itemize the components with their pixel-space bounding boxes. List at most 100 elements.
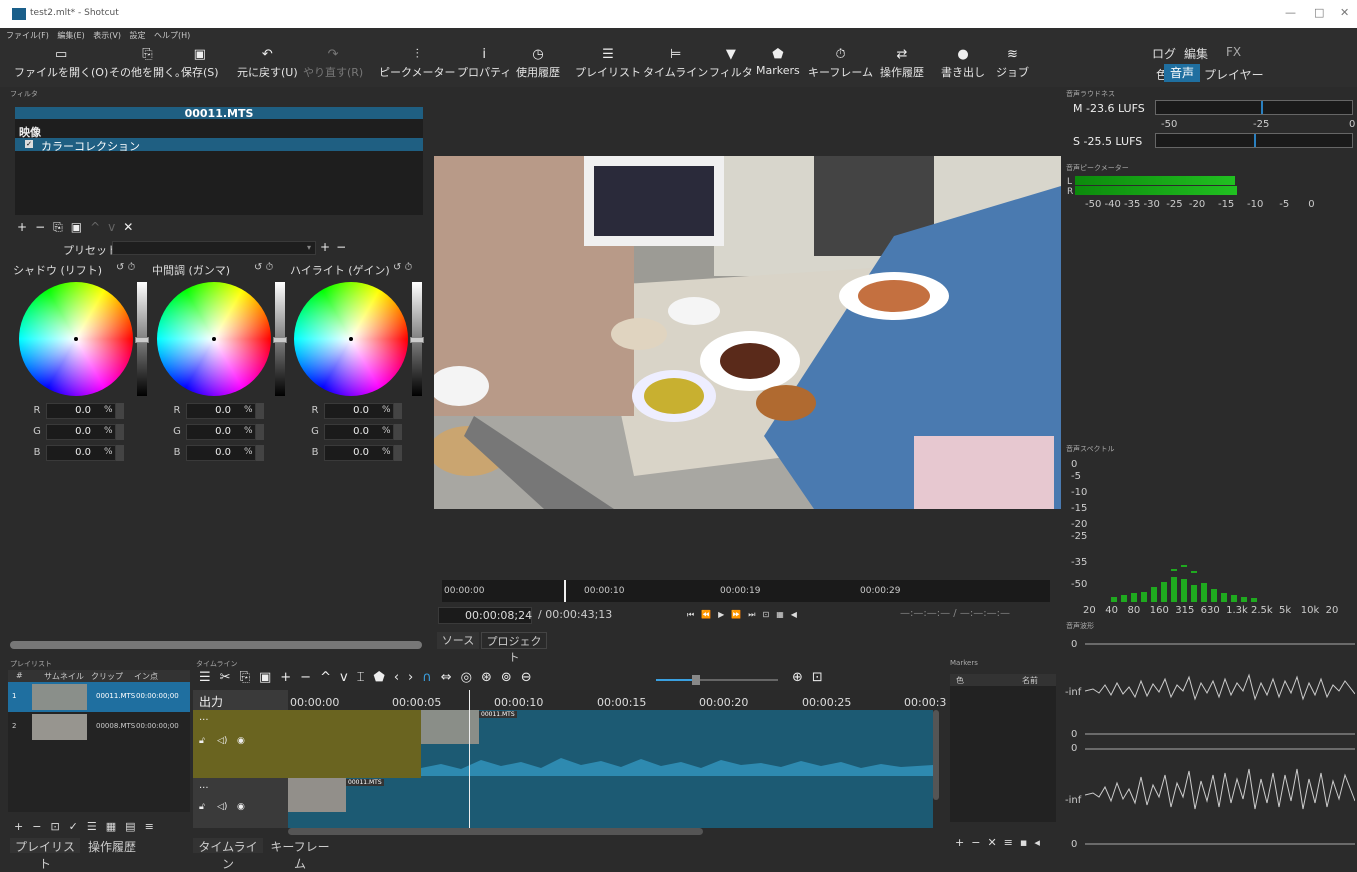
update-icon[interactable]: ⊡ xyxy=(50,820,68,833)
next-marker-icon[interactable]: › xyxy=(408,670,422,685)
spinner-icon[interactable] xyxy=(256,403,264,419)
tab-history[interactable]: 操作履歴 xyxy=(82,838,142,854)
skip-next-icon[interactable]: ⏭ xyxy=(748,610,762,619)
spinner-icon[interactable] xyxy=(394,403,402,419)
remove-marker-icon[interactable]: − xyxy=(971,836,987,849)
timeline-vertical-scrollbar[interactable] xyxy=(933,710,939,800)
tab-project[interactable]: プロジェクト xyxy=(481,632,547,664)
tab-keyframes[interactable]: キーフレーム xyxy=(265,838,335,871)
spinner-icon[interactable] xyxy=(256,445,264,461)
spinner-icon[interactable] xyxy=(394,424,402,440)
spinner-icon[interactable] xyxy=(256,424,264,440)
ripple-icon[interactable]: ◎ xyxy=(461,670,481,685)
marker-icon[interactable]: ⬟ xyxy=(374,670,394,685)
timeline-playhead[interactable] xyxy=(469,690,470,828)
highlight-value-slider[interactable] xyxy=(410,282,424,396)
eye-icon[interactable]: ◉ xyxy=(237,802,245,812)
checkbox-checked-icon[interactable]: ✓ xyxy=(25,140,33,148)
check-icon[interactable]: ✓ xyxy=(69,820,87,833)
timeline-ruler[interactable]: 00:00:00 00:00:05 00:00:10 00:00:15 00:0… xyxy=(288,690,946,710)
filter-horizontal-scrollbar[interactable] xyxy=(10,641,422,649)
append-icon[interactable]: + xyxy=(280,670,300,685)
zoom-slider[interactable] xyxy=(656,675,778,685)
copy-filter-icon[interactable]: ⎘ xyxy=(53,220,71,234)
peak-meter-button[interactable]: ⫶ ピークメーター xyxy=(379,46,456,80)
layout-audio-button[interactable]: 音声 xyxy=(1164,64,1200,82)
shadow-value-slider[interactable] xyxy=(135,282,149,396)
save-button[interactable]: ▣ 保存(S) xyxy=(181,46,219,80)
lift-icon[interactable]: ^ xyxy=(320,670,340,685)
zoom-icon[interactable]: ⊡ xyxy=(763,610,777,619)
mute-icon[interactable]: ◁) xyxy=(217,736,227,746)
layout-fx-button[interactable]: FX xyxy=(1226,45,1241,59)
menu-file[interactable]: ファイル(F) xyxy=(6,30,49,41)
keyframes-button[interactable]: ⏱ キーフレーム xyxy=(808,46,873,80)
snap-icon[interactable]: ∩ xyxy=(422,670,441,685)
ripple-delete-icon[interactable]: − xyxy=(300,670,320,685)
eye-icon[interactable]: ◉ xyxy=(237,736,245,746)
open-other-button[interactable]: ⎘ その他を開く。 xyxy=(109,46,186,80)
remove-icon[interactable]: − xyxy=(32,820,50,833)
highlight-color-wheel[interactable] xyxy=(294,282,408,396)
menu-help[interactable]: ヘルプ(H) xyxy=(154,30,190,41)
details-view-icon[interactable]: ☰ xyxy=(87,820,106,833)
menu-settings[interactable]: 設定 xyxy=(130,30,146,41)
overwrite-icon[interactable]: v xyxy=(340,670,357,685)
timeline-horizontal-scrollbar[interactable] xyxy=(288,828,703,835)
scrub-icon[interactable]: ⇔ xyxy=(441,670,461,685)
export-button[interactable]: ● 書き出し xyxy=(941,46,985,80)
player-playhead[interactable] xyxy=(564,580,566,602)
markers-menu-icon[interactable]: ≡ xyxy=(1004,836,1020,849)
shadow-color-wheel[interactable] xyxy=(19,282,133,396)
tab-timeline[interactable]: タイムライン xyxy=(193,838,263,871)
spinner-icon[interactable] xyxy=(116,403,124,419)
recent-button[interactable]: ◷ 使用履歴 xyxy=(516,46,560,80)
highlight-reset-icon[interactable]: ↺ ⏱ xyxy=(393,262,412,273)
menu-edit[interactable]: 編集(E) xyxy=(57,30,84,41)
paste-icon[interactable]: ▣ xyxy=(259,670,280,685)
midtone-value-slider[interactable] xyxy=(273,282,287,396)
add-preset-icon[interactable]: + xyxy=(320,240,336,254)
jobs-button[interactable]: ≋ ジョブ xyxy=(996,46,1029,80)
ripple-all-icon[interactable]: ⊛ xyxy=(481,670,501,685)
remove-filter-icon[interactable]: − xyxy=(35,220,53,234)
remove-preset-icon[interactable]: − xyxy=(336,240,352,254)
deselect-filter-icon[interactable]: ✕ xyxy=(123,220,141,234)
spinner-icon[interactable] xyxy=(116,424,124,440)
timeline-menu-icon[interactable]: ☰ xyxy=(199,670,220,685)
mute-icon[interactable]: ◁) xyxy=(217,802,227,812)
filter-item-color-correction[interactable]: ✓ カラーコレクション xyxy=(15,138,423,153)
layout-log-button[interactable]: ログ xyxy=(1152,45,1176,62)
player-scrubber[interactable]: 00:00:00 00:00:10 00:00:19 00:00:29 xyxy=(442,580,1050,602)
operation-history-button[interactable]: ⇄ 操作履歴 xyxy=(880,46,924,80)
properties-button[interactable]: i プロパティ xyxy=(457,46,511,80)
current-timecode-field[interactable]: 00:00:08;24 xyxy=(438,607,532,624)
zoom-in-icon[interactable]: ⊕ xyxy=(792,670,812,685)
midtone-color-wheel[interactable] xyxy=(157,282,271,396)
zoom-out-icon[interactable]: ⊖ xyxy=(521,670,541,685)
copy-icon[interactable]: ⎘ xyxy=(240,670,259,685)
close-button[interactable]: ✕ xyxy=(1340,6,1349,19)
fast-forward-icon[interactable]: ⏩ xyxy=(731,610,748,619)
cut-icon[interactable]: ✂ xyxy=(220,670,240,685)
playlist-button[interactable]: ☰ プレイリスト xyxy=(575,46,641,80)
spinner-icon[interactable] xyxy=(394,445,402,461)
undo-button[interactable]: ↶ 元に戻す(U) xyxy=(237,46,298,80)
menu-icon[interactable]: ≡ xyxy=(145,820,163,833)
midtone-reset-icon[interactable]: ↺ ⏱ xyxy=(254,262,273,273)
open-file-button[interactable]: ▭ ファイルを開く(O) xyxy=(14,46,108,80)
marker-color-icon[interactable]: ▪ xyxy=(1020,836,1034,849)
tiles-view-icon[interactable]: ▦ xyxy=(106,820,125,833)
volume-icon[interactable]: ◀ xyxy=(791,610,804,619)
lock-icon[interactable]: 🔓︎ xyxy=(199,736,205,746)
add-filter-icon[interactable]: + xyxy=(17,220,35,234)
grid-icon[interactable]: ▦ xyxy=(776,610,791,619)
play-icon[interactable]: ▶ xyxy=(718,610,731,619)
table-row[interactable]: 2 00008.MTS 00:00:00;00 xyxy=(8,712,190,742)
maximize-button[interactable]: □ xyxy=(1314,6,1324,19)
lock-icon[interactable]: 🔓︎ xyxy=(199,802,205,812)
skip-prev-icon[interactable]: ⏮ xyxy=(687,610,701,619)
timeline-button[interactable]: ⊨ タイムライン xyxy=(643,46,708,80)
marker-search-icon[interactable]: ◂ xyxy=(1034,836,1047,849)
move-down-icon[interactable]: v xyxy=(108,220,123,234)
